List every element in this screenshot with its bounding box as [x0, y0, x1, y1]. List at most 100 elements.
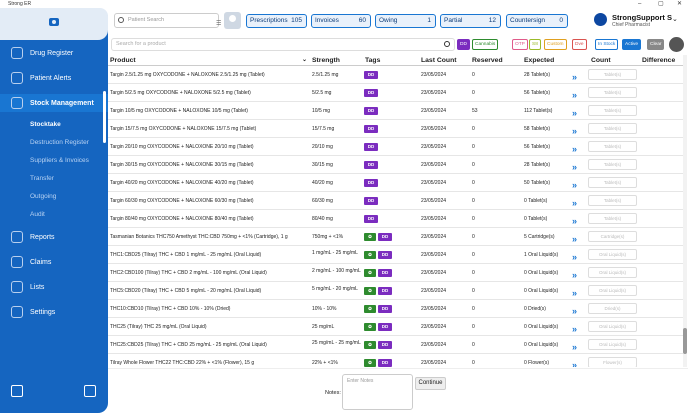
- count-input[interactable]: Oral Liquid(s): [588, 267, 637, 278]
- table-row[interactable]: Targin 10/5 mg OXYCODONE + NALOXONE 10/5…: [108, 102, 683, 120]
- edit-icon[interactable]: [84, 385, 96, 397]
- counter-prescriptions[interactable]: Prescriptions 105: [246, 14, 307, 28]
- product-name: THC25:CBD25 (Tilray) THC + CBD 25 mg/mL …: [110, 342, 267, 348]
- sidebar-item-reports[interactable]: Reports: [0, 230, 108, 244]
- product-search-input[interactable]: Search for a product: [111, 38, 455, 51]
- filter-icon[interactable]: ☰: [216, 18, 221, 31]
- counter-partial[interactable]: Partial 12: [440, 14, 501, 28]
- table-row[interactable]: THC2:CBD100 (Tilray) THC + CBD 2 mg/mL -…: [108, 264, 683, 282]
- sidebar-item-patient-alerts[interactable]: Patient Alerts: [0, 71, 108, 85]
- count-input[interactable]: Tablet(s): [588, 195, 637, 206]
- close-button[interactable]: ✕: [677, 0, 682, 8]
- table-scrollbar[interactable]: [683, 55, 687, 367]
- maximize-button[interactable]: ▢: [658, 0, 664, 8]
- sidebar-item-claims[interactable]: Claims: [0, 255, 108, 269]
- count-input[interactable]: Tablet(s): [588, 123, 637, 134]
- chevron-double-right-icon[interactable]: »: [572, 72, 577, 82]
- table-row[interactable]: Tilray Whole Flower THC22 THC:CBD 22% + …: [108, 354, 683, 367]
- count-input[interactable]: Tablet(s): [588, 159, 637, 170]
- count-input[interactable]: Dried(s): [588, 303, 637, 314]
- table-row[interactable]: Targin 40/20 mg OXYCODONE + NALOXONE 40/…: [108, 174, 683, 192]
- chevron-double-right-icon[interactable]: »: [572, 198, 577, 208]
- count-input[interactable]: Tablet(s): [588, 69, 637, 80]
- table-row[interactable]: THC5:CBD20 (Tilray) THC + CBD 5 mg/mL - …: [108, 282, 683, 300]
- count-input[interactable]: Tablet(s): [588, 213, 637, 224]
- sort-chevron-icon[interactable]: ⌄: [302, 56, 307, 63]
- count-input[interactable]: Tablet(s): [588, 87, 637, 98]
- chevron-double-right-icon[interactable]: »: [572, 324, 577, 334]
- chevron-double-right-icon[interactable]: »: [572, 162, 577, 172]
- chevron-double-right-icon[interactable]: »: [572, 144, 577, 154]
- submenu-stocktake[interactable]: Stocktake: [30, 121, 61, 128]
- chevron-double-right-icon[interactable]: »: [572, 360, 577, 367]
- table-row[interactable]: Targin 30/15 mg OXYCODONE + NALOXONE 30/…: [108, 156, 683, 174]
- count-input[interactable]: Tablet(s): [588, 141, 637, 152]
- filter-chip[interactable]: In Stock: [595, 39, 619, 50]
- chevron-double-right-icon[interactable]: »: [572, 126, 577, 136]
- count-input[interactable]: Tablet(s): [588, 177, 637, 188]
- filter-chip[interactable]: OTP: [512, 39, 528, 50]
- filter-chip[interactable]: Custom: [544, 39, 567, 50]
- register-icon[interactable]: [11, 385, 23, 397]
- submenu-suppliers-invoices[interactable]: Suppliers & Invoices: [30, 157, 89, 164]
- filter-chip[interactable]: Cannabis: [472, 39, 499, 50]
- filter-chip[interactable]: Dve: [572, 39, 587, 50]
- count-input[interactable]: Oral Liquid(s): [588, 321, 637, 332]
- table-row[interactable]: Targin 60/30 mg OXYCODONE + NALOXONE 60/…: [108, 192, 683, 210]
- chevron-double-right-icon[interactable]: »: [572, 216, 577, 226]
- table-row[interactable]: THC25 (Tilray) THC 25 mg/mL (Oral Liquid…: [108, 318, 683, 336]
- submenu-outgoing[interactable]: Outgoing: [30, 193, 56, 200]
- patient-avatar-icon[interactable]: [224, 12, 241, 29]
- minimize-button[interactable]: –: [638, 0, 641, 8]
- chevron-double-right-icon[interactable]: »: [572, 306, 577, 316]
- scrollbar-thumb[interactable]: [683, 328, 687, 354]
- table-row[interactable]: Targin 15/7.5 mg OXYCODONE + NALOXONE 15…: [108, 120, 683, 138]
- count-input[interactable]: Cartridge(s): [588, 231, 637, 242]
- count-input[interactable]: Oral Liquid(s): [588, 339, 637, 350]
- back-arrow-icon[interactable]: [669, 37, 684, 52]
- sidebar-item-lists[interactable]: Lists: [0, 280, 108, 294]
- table-row[interactable]: THC1:CBD25 (Tilray) THC + CBD 1 mg/mL - …: [108, 246, 683, 264]
- continue-button[interactable]: Continue: [415, 377, 446, 390]
- chevron-double-right-icon[interactable]: »: [572, 108, 577, 118]
- notes-textarea[interactable]: Enter Notes: [342, 374, 413, 410]
- patient-search-input[interactable]: Patient Search ☰: [114, 13, 221, 31]
- chevron-double-right-icon[interactable]: »: [572, 288, 577, 298]
- counter-countersign[interactable]: Countersign 0: [506, 14, 568, 28]
- chevron-down-icon[interactable]: ⌄: [672, 15, 678, 23]
- count-input[interactable]: Oral Liquid(s): [588, 285, 637, 296]
- product-name: Targin 10/5 mg OXYCODONE + NALOXONE 10/5…: [110, 108, 248, 114]
- submenu-audit[interactable]: Audit: [30, 211, 45, 218]
- filter-chip[interactable]: Active: [622, 39, 642, 50]
- count-input[interactable]: Tablet(s): [588, 105, 637, 116]
- table-row[interactable]: Targin 5/2.5 mg OXYCODONE + NALOXONE 5/2…: [108, 84, 683, 102]
- count-input[interactable]: Flower(s): [588, 357, 637, 367]
- user-menu[interactable]: StrongSupport S Chief Pharmacist ⌄: [594, 12, 686, 30]
- chevron-double-right-icon[interactable]: »: [572, 342, 577, 352]
- submenu-transfer[interactable]: Transfer: [30, 175, 54, 182]
- sidebar-item-drug-register[interactable]: Drug Register: [0, 46, 108, 60]
- chevron-double-right-icon[interactable]: »: [572, 234, 577, 244]
- table-row[interactable]: Targin 80/40 mg OXYCODONE + NALOXONE 80/…: [108, 210, 683, 228]
- count-input[interactable]: Oral Liquid(s): [588, 249, 637, 260]
- header-product[interactable]: Product: [110, 57, 136, 64]
- chevron-double-right-icon[interactable]: »: [572, 270, 577, 280]
- table-row[interactable]: THC25:CBD25 (Tilray) THC + CBD 25 mg/mL …: [108, 336, 683, 354]
- filter-chip[interactable]: Clear: [647, 39, 665, 50]
- counter-owing[interactable]: Owing 1: [375, 14, 436, 28]
- filter-chip[interactable]: DD: [457, 39, 470, 50]
- table-row[interactable]: THC10:CBD10 (Tilray) THC + CBD 10% - 10%…: [108, 300, 683, 318]
- filter-chip[interactable]: S8: [529, 39, 541, 50]
- sidebar-item-stock-management[interactable]: Stock Management: [0, 94, 108, 112]
- table-row[interactable]: Tasmanian Botanics THC750 Amethyst THC:C…: [108, 228, 683, 246]
- submenu-destruction-register[interactable]: Destruction Register: [30, 139, 89, 146]
- table-row[interactable]: Targin 2.5/1.25 mg OXYCODONE + NALOXONE …: [108, 66, 683, 84]
- dd-tag: DD: [378, 233, 392, 241]
- counter-invoices[interactable]: Invoices 60: [311, 14, 371, 28]
- chevron-double-right-icon[interactable]: »: [572, 252, 577, 262]
- table-row[interactable]: Targin 20/10 mg OXYCODONE + NALOXONE 20/…: [108, 138, 683, 156]
- chevron-double-right-icon[interactable]: »: [572, 180, 577, 190]
- camera-icon[interactable]: [49, 18, 59, 26]
- chevron-double-right-icon[interactable]: »: [572, 90, 577, 100]
- sidebar-item-settings[interactable]: Settings: [0, 305, 108, 319]
